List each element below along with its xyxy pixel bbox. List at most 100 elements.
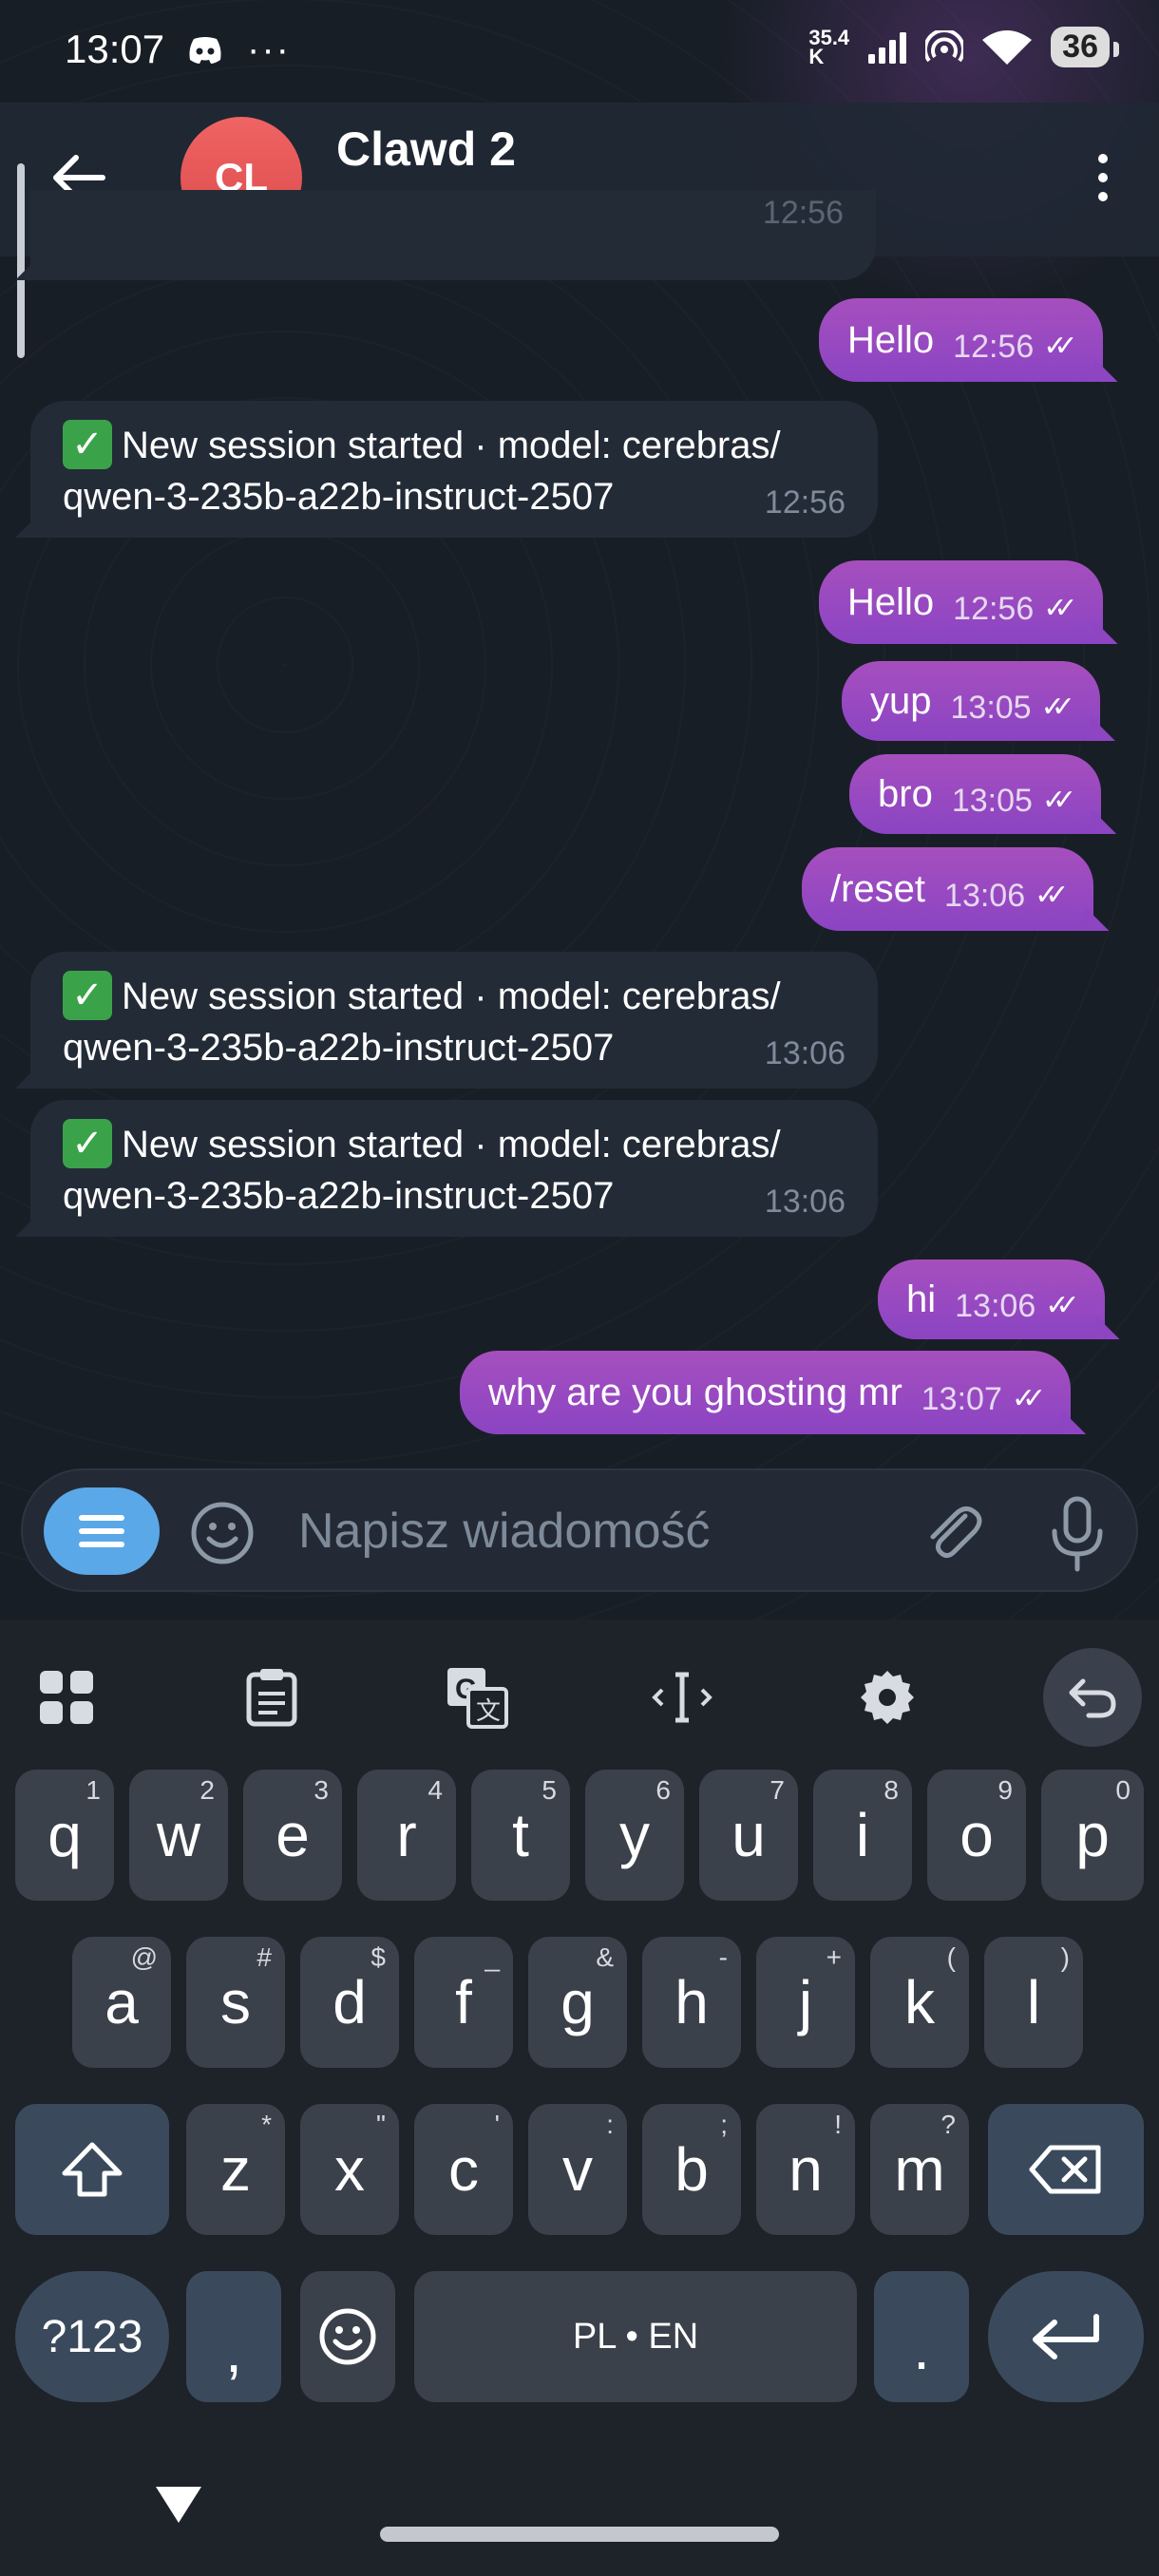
undo-button[interactable]: [1043, 1648, 1142, 1747]
key-v[interactable]: v:: [528, 2104, 627, 2235]
network-speed: 35.4 K: [808, 25, 850, 68]
microphone-icon: [1052, 1496, 1103, 1572]
message-line: ✓ New session started · model: cerebras/: [63, 971, 846, 1022]
key-hint: 6: [656, 1775, 671, 1805]
message-bubble-outgoing[interactable]: /reset 13:06 ✓✓: [802, 847, 1094, 931]
message-line: qwen-3-235b-a22b-instruct-2507: [63, 1175, 615, 1217]
key-d[interactable]: d $: [300, 1937, 399, 2068]
key-hint: $: [370, 1942, 386, 1972]
message-bubble-outgoing[interactable]: Hello 12:56 ✓✓: [819, 560, 1103, 644]
status-left-icons: ···: [186, 28, 291, 71]
message-bubble-partial[interactable]: 12:56: [30, 190, 876, 280]
key-p[interactable]: p0: [1041, 1770, 1144, 1901]
message-time: 13:06: [764, 1035, 846, 1071]
shift-key[interactable]: [15, 2104, 169, 2235]
status-time: 13:07: [65, 27, 165, 71]
key-f[interactable]: f _: [414, 1937, 513, 2068]
bot-menu-button[interactable]: [44, 1487, 160, 1575]
double-check-icon: ✓✓: [1035, 880, 1069, 911]
comma-key[interactable]: ,: [186, 2271, 281, 2402]
key-hint: &: [596, 1942, 614, 1972]
translate-icon: G 文: [447, 1668, 508, 1729]
key-c[interactable]: c ': [414, 2104, 513, 2235]
message-text: Hello: [847, 319, 935, 361]
backspace-key[interactable]: [988, 2104, 1144, 2235]
translate-button[interactable]: G 文: [428, 1648, 526, 1747]
message-input[interactable]: [298, 1497, 887, 1565]
signal-icon: [868, 31, 907, 64]
key-l[interactable]: l): [984, 1937, 1083, 2068]
keyboard: G 文 q1 w2 e3 r4 t5 y6 u7 i8 o9 p0 a @ s # …: [0, 1619, 1159, 2576]
key-b[interactable]: b;: [642, 2104, 741, 2235]
chat-area[interactable]: 13:07 ··· 35.4 K 36 CL Clawd 2 12:56 Hel…: [0, 0, 1159, 1619]
home-gesture-handle[interactable]: [380, 2527, 779, 2542]
key-u[interactable]: u7: [699, 1770, 798, 1901]
key-hint: +: [826, 1942, 842, 1972]
wifi-icon: [982, 29, 1033, 65]
message-line: ✓ New session started · model: cerebras/: [63, 420, 846, 471]
scrollbar[interactable]: [17, 163, 25, 358]
symbols-key[interactable]: ?123: [15, 2271, 169, 2402]
keyboard-settings-button[interactable]: [838, 1648, 937, 1747]
key-z[interactable]: z *: [186, 2104, 285, 2235]
message-bubble-outgoing[interactable]: why are you ghosting mr 13:07 ✓✓: [460, 1351, 1072, 1434]
key-m[interactable]: m?: [870, 2104, 969, 2235]
message-time: 12:56: [953, 329, 1035, 365]
enter-icon: [1033, 2314, 1099, 2359]
key-k[interactable]: k(: [870, 1937, 969, 2068]
key-e[interactable]: e3: [243, 1770, 342, 1901]
period-key[interactable]: .: [874, 2271, 969, 2402]
message-time: 13:07: [921, 1381, 1002, 1417]
key-hint: 8: [884, 1775, 899, 1805]
key-s[interactable]: s #: [186, 1937, 285, 2068]
message-time: 13:06: [944, 878, 1026, 914]
text-cursor-icon: [652, 1672, 712, 1723]
key-w[interactable]: w2: [129, 1770, 228, 1901]
dot-icon: [1098, 154, 1108, 163]
key-h[interactable]: h-: [642, 1937, 741, 2068]
message-bubble-outgoing[interactable]: hi 13:06 ✓✓: [878, 1260, 1105, 1339]
text-cursor-button[interactable]: [633, 1648, 732, 1747]
key-x[interactable]: x ": [300, 2104, 399, 2235]
key-hint: (: [946, 1942, 956, 1972]
key-hint: 9: [998, 1775, 1013, 1805]
key-q[interactable]: q1: [15, 1770, 114, 1901]
message-bubble-incoming[interactable]: ✓ New session started · model: cerebras/ …: [30, 952, 878, 1089]
more-icon: ···: [247, 28, 291, 70]
key-n[interactable]: n!: [756, 2104, 855, 2235]
key-hint: @: [130, 1942, 158, 1972]
key-t[interactable]: t5: [471, 1770, 570, 1901]
key-hint: 5: [542, 1775, 557, 1805]
key-hint: ;: [720, 2110, 728, 2139]
message-line: qwen-3-235b-a22b-instruct-2507: [63, 1027, 615, 1069]
emoji-button[interactable]: [190, 1501, 255, 1565]
space-key[interactable]: PL • EN: [414, 2271, 857, 2402]
double-check-icon: ✓✓: [1043, 593, 1077, 624]
clipboard-button[interactable]: [222, 1648, 321, 1747]
chat-title[interactable]: Clawd 2: [336, 122, 516, 177]
key-hint: #: [256, 1942, 272, 1972]
enter-key[interactable]: [988, 2271, 1144, 2402]
apps-button[interactable]: [17, 1648, 116, 1747]
key-r[interactable]: r4: [357, 1770, 456, 1901]
double-check-icon: ✓✓: [1043, 331, 1077, 362]
more-options-button[interactable]: [1079, 142, 1127, 213]
message-bubble-incoming[interactable]: ✓ New session started · model: cerebras/ …: [30, 1100, 878, 1237]
key-j[interactable]: j +: [756, 1937, 855, 2068]
message-meta: 13:05 ✓✓: [952, 775, 1077, 826]
key-y[interactable]: y6: [585, 1770, 684, 1901]
check-mark-icon: ✓: [63, 971, 112, 1021]
emoji-key[interactable]: [300, 2271, 395, 2402]
attach-button[interactable]: [916, 1495, 992, 1571]
message-bubble-incoming[interactable]: ✓ New session started · model: cerebras/ …: [30, 401, 878, 538]
key-i[interactable]: i8: [813, 1770, 912, 1901]
voice-message-button[interactable]: [1039, 1493, 1115, 1573]
key-g[interactable]: g &: [528, 1937, 627, 2068]
message-bubble-outgoing[interactable]: Hello 12:56 ✓✓: [819, 298, 1103, 382]
double-check-icon: ✓✓: [1045, 1290, 1079, 1321]
message-bubble-outgoing[interactable]: bro 13:05 ✓✓: [849, 754, 1102, 834]
message-bubble-outgoing[interactable]: yup 13:05 ✓✓: [842, 661, 1100, 741]
key-o[interactable]: o9: [927, 1770, 1026, 1901]
key-a[interactable]: a @: [72, 1937, 171, 2068]
hide-keyboard-button[interactable]: [152, 2483, 205, 2527]
